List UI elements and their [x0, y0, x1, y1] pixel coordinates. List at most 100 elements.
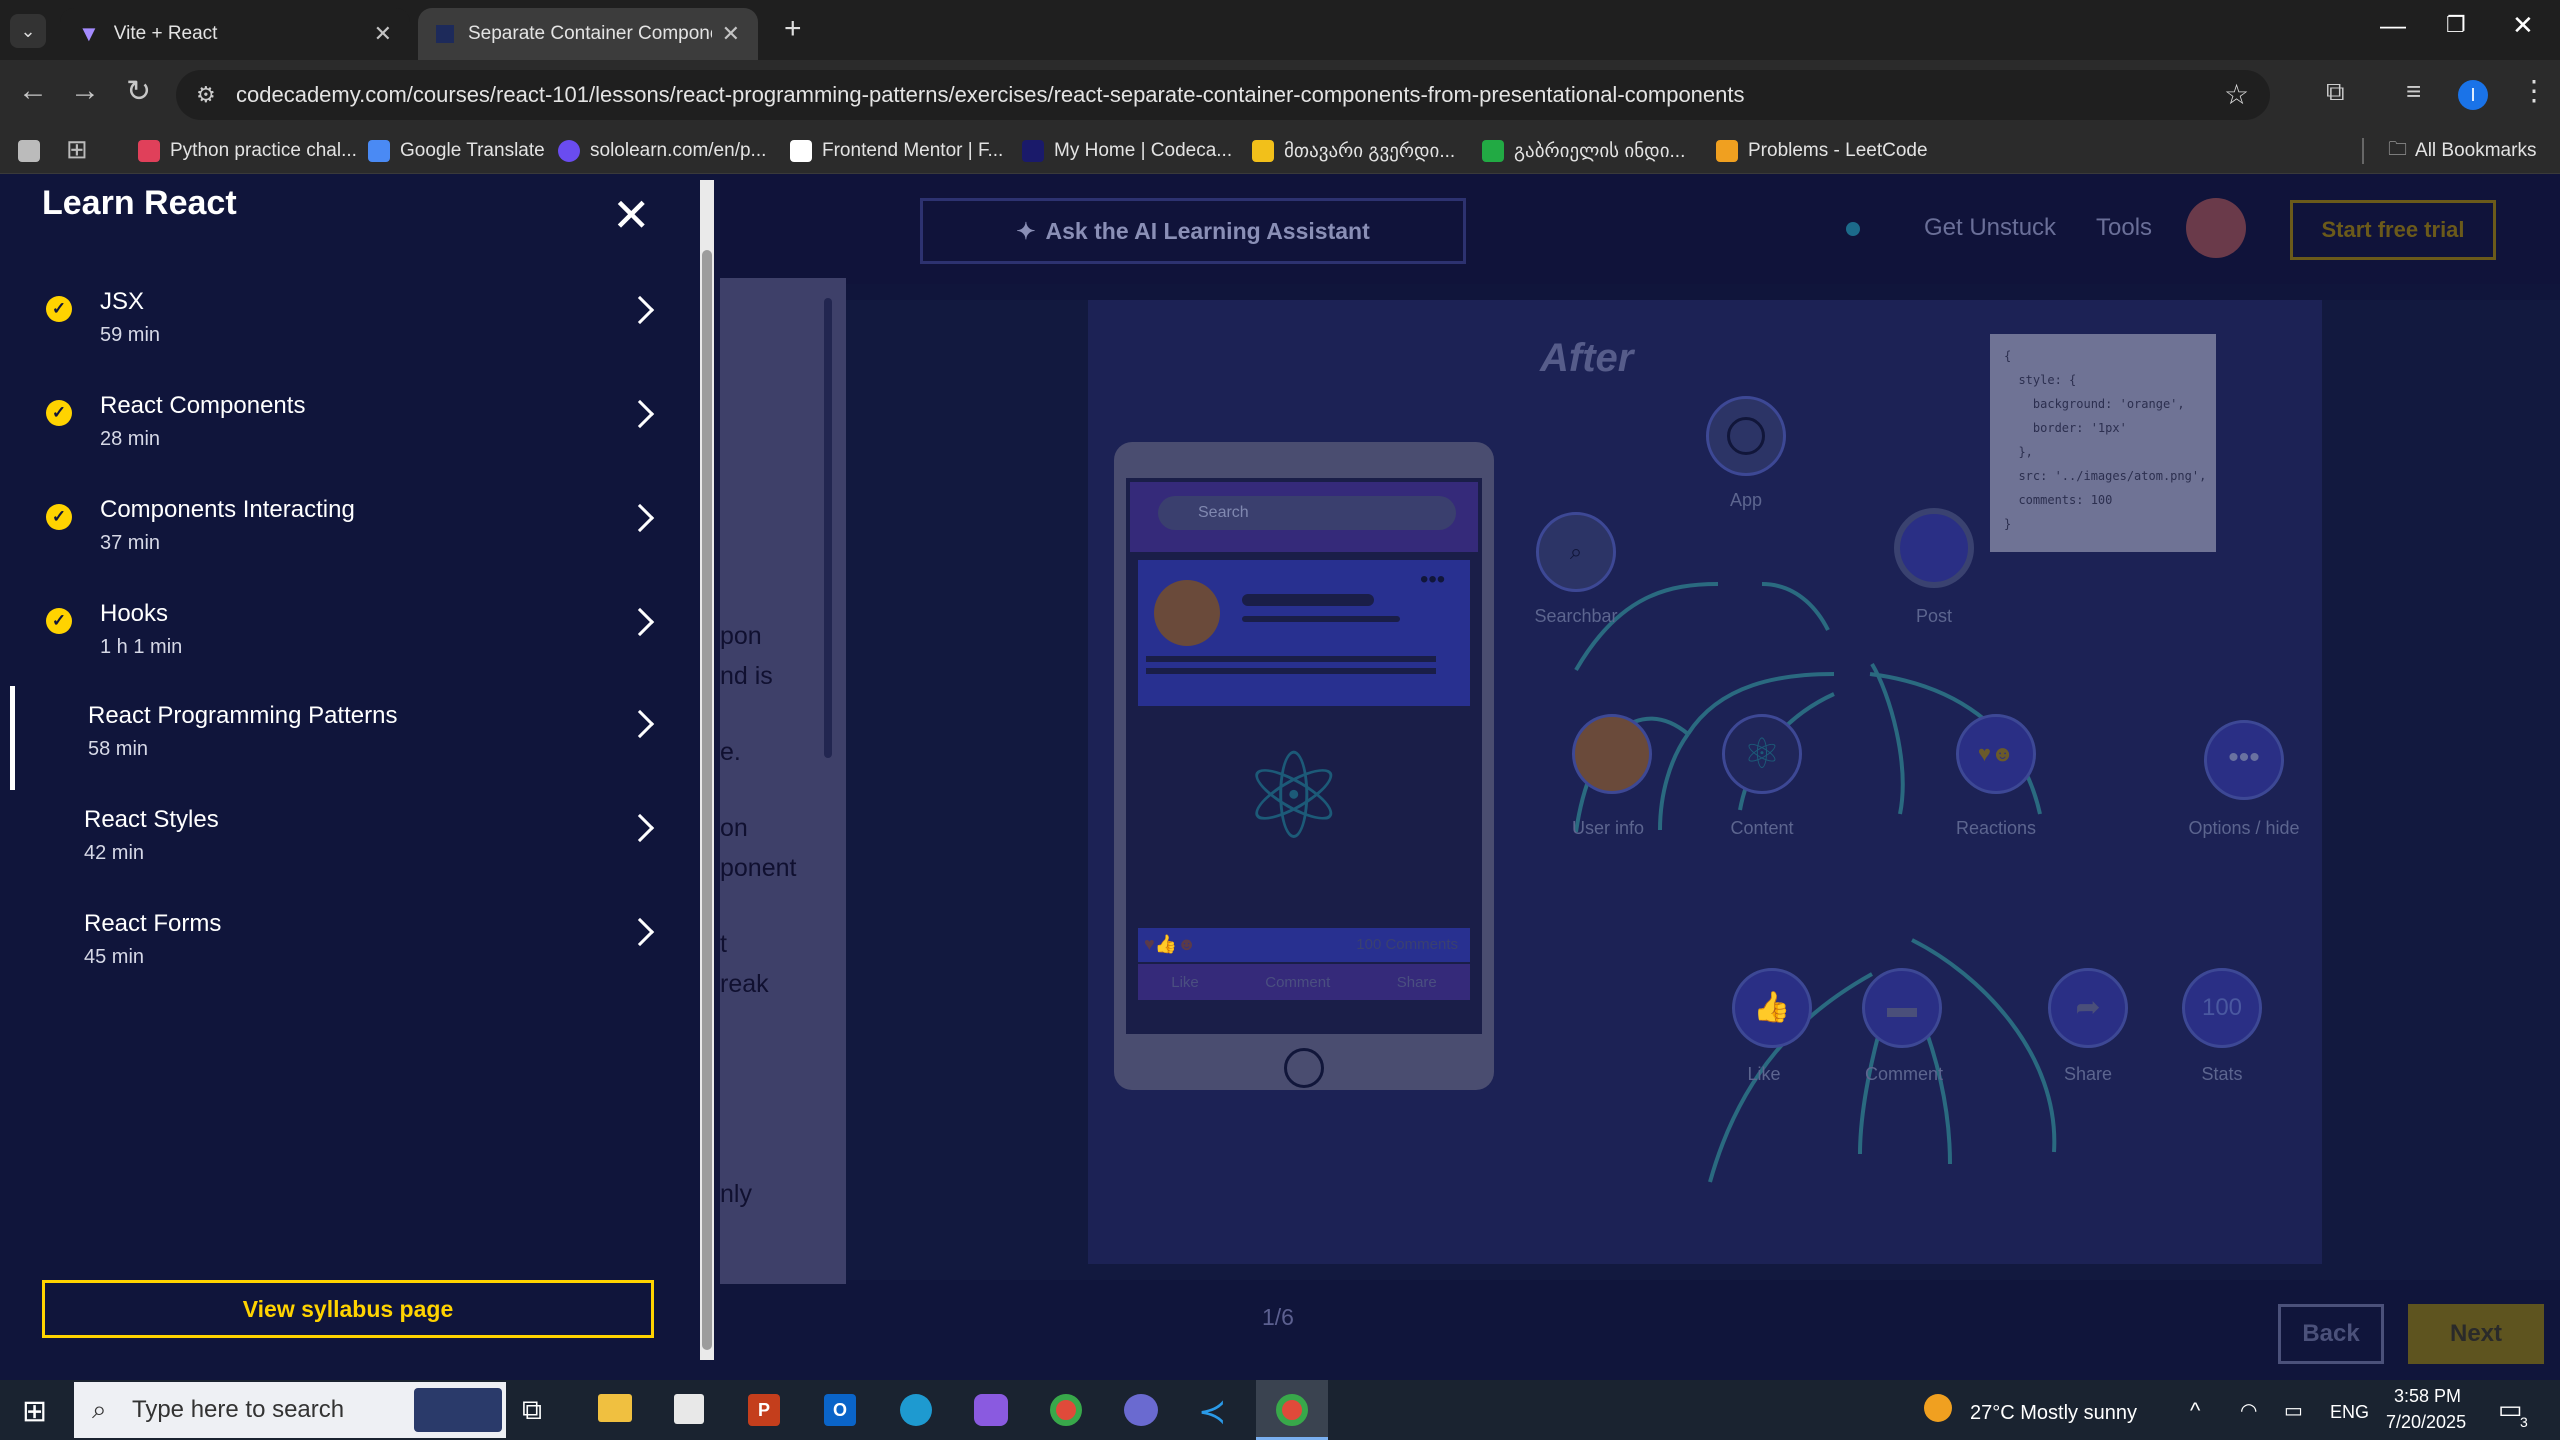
site-info-icon[interactable]: ⚙: [196, 82, 216, 108]
sidebar-item-react-styles[interactable]: React Styles 42 min: [0, 790, 690, 894]
view-syllabus-button[interactable]: View syllabus page: [42, 1280, 654, 1338]
bookmark-label: My Home | Codeca...: [1054, 140, 1233, 161]
lesson-scrollbar[interactable]: [824, 298, 832, 758]
window-close-icon[interactable]: ✕: [2512, 10, 2534, 41]
url-field[interactable]: ⚙ codecademy.com/courses/react-101/lesso…: [176, 70, 2270, 120]
back-button[interactable]: Back: [2278, 1304, 2384, 1364]
clock-time[interactable]: 3:58 PM: [2394, 1386, 2461, 1407]
tools-link[interactable]: Tools: [2096, 214, 2152, 242]
sidebar-item-react-components[interactable]: ✓ React Components 28 min: [0, 376, 690, 480]
sidebar-title: Learn React: [42, 184, 237, 222]
comment-node: ▬: [1862, 968, 1942, 1048]
tab-separate-container[interactable]: Separate Container Component ✕: [418, 8, 758, 60]
close-icon[interactable]: ✕: [612, 188, 651, 242]
edge-icon[interactable]: [900, 1394, 932, 1426]
bookmark-item[interactable]: Google Translate: [368, 134, 545, 168]
userinfo-node: [1572, 714, 1652, 794]
bookmark-label: Problems - LeetCode: [1748, 140, 1928, 161]
forward-arrow-icon[interactable]: →: [70, 74, 100, 108]
bookmark-item[interactable]: sololearn.com/en/p...: [558, 134, 766, 168]
close-tab-icon[interactable]: ✕: [374, 21, 392, 47]
bookmark-item[interactable]: My Home | Codeca...: [1022, 134, 1232, 168]
language-indicator[interactable]: ENG: [2330, 1402, 2369, 1423]
bookmark-label: Frontend Mentor | F...: [822, 140, 1004, 161]
bookmark-label: sololearn.com/en/p...: [590, 140, 767, 161]
vscode-icon[interactable]: ≺: [1198, 1392, 1227, 1432]
outlook-icon[interactable]: O: [824, 1394, 856, 1426]
sidebar-item-label: JSX: [100, 288, 145, 315]
weather-text[interactable]: 27°C Mostly sunny: [1970, 1402, 2137, 1425]
user-avatar[interactable]: [2186, 198, 2246, 258]
bookmark-item[interactable]: Frontend Mentor | F...: [790, 134, 1003, 168]
menu-kebab-icon[interactable]: ⋮: [2520, 74, 2548, 107]
get-unstuck-link[interactable]: Get Unstuck: [1924, 214, 2056, 242]
copilot-icon[interactable]: [974, 1394, 1008, 1426]
tab-search-button[interactable]: ⌄: [10, 14, 46, 48]
sidebar-item-jsx[interactable]: ✓ JSX 59 min: [0, 272, 690, 376]
options-label: Options / hide: [2188, 818, 2300, 838]
taskbar-search-input[interactable]: ⌕ Type here to search: [74, 1382, 506, 1438]
sidebar-item-duration: 45 min: [84, 946, 145, 968]
chrome-icon: [1276, 1394, 1308, 1426]
bookmark-favicon: [368, 140, 390, 162]
bookmark-favicon: [1022, 140, 1044, 162]
back-arrow-icon[interactable]: ←: [18, 74, 48, 108]
windows-start-icon[interactable]: ⊞: [22, 1394, 47, 1429]
phone-screen: ••• ⚛ 100 Comments ♥👍☻ Like Comment Shar…: [1126, 478, 1482, 1034]
chrome-active-app[interactable]: [1256, 1380, 1328, 1440]
syllabus-sidebar: Learn React ✕ ✓ JSX 59 min ✓ React Compo…: [0, 174, 720, 1380]
window-minimize-icon[interactable]: —: [2380, 10, 2406, 41]
bookmark-star-icon[interactable]: ☆: [2224, 78, 2249, 111]
clock-date[interactable]: 7/20/2025: [2386, 1412, 2466, 1433]
wifi-icon[interactable]: ◠: [2240, 1398, 2257, 1423]
tab-vite-react[interactable]: ▼ Vite + React ✕: [60, 8, 410, 60]
task-view-icon[interactable]: ⧉: [522, 1394, 542, 1427]
chrome-icon[interactable]: [1050, 1394, 1082, 1426]
store-icon[interactable]: [674, 1394, 704, 1424]
sidebar-item-components-interacting[interactable]: ✓ Components Interacting 37 min: [0, 480, 690, 584]
reload-icon[interactable]: ↻: [126, 74, 151, 109]
bookmark-item[interactable]: Problems - LeetCode: [1716, 134, 1928, 168]
file-explorer-icon[interactable]: [598, 1394, 632, 1422]
folder-icon: 🗀: [2388, 139, 2408, 160]
ai-assistant-button[interactable]: ✦ Ask the AI Learning Assistant: [920, 198, 1466, 264]
sidebar-item-react-programming-patterns[interactable]: React Programming Patterns 58 min: [0, 686, 690, 790]
new-tab-icon[interactable]: +: [784, 12, 802, 46]
extensions-icon[interactable]: ⧉: [2326, 76, 2345, 108]
check-icon: ✓: [46, 504, 72, 530]
window-restore-icon[interactable]: ❐: [2446, 12, 2466, 38]
tab-title: Vite + React: [113, 23, 218, 44]
sidebar-item-react-forms[interactable]: React Forms 45 min: [0, 894, 690, 998]
codecademy-icon: [436, 25, 454, 43]
bookmark-item[interactable]: გაბრიელის ინდი...: [1482, 134, 1685, 168]
lesson-text-fragment: ponent: [720, 854, 797, 882]
lesson-text-fragment: e.: [720, 738, 741, 766]
bookmark-item[interactable]: Python practice chal...: [138, 134, 357, 168]
bookmark-item[interactable]: მთავარი გვერდი...: [1252, 134, 1455, 168]
battery-icon[interactable]: ▭: [2284, 1398, 2303, 1423]
lesson-text-fragment: t: [720, 930, 727, 958]
sidebar-item-duration: 37 min: [100, 532, 161, 554]
apps-grid-icon[interactable]: ⊞: [66, 134, 88, 165]
sidebar-scrollbar-thumb[interactable]: [702, 250, 712, 1350]
stats-label: Stats: [2201, 1064, 2243, 1084]
chevron-right-icon: [625, 813, 655, 843]
all-bookmarks[interactable]: 🗀 All Bookmarks: [2388, 134, 2536, 168]
start-free-trial-button[interactable]: Start free trial: [2290, 200, 2496, 260]
post-node: [1894, 508, 1974, 588]
bookmark-favicon: [1252, 140, 1274, 162]
next-button[interactable]: Next: [2408, 1304, 2544, 1364]
stats-node: 100: [2182, 968, 2262, 1048]
bookmark-square-icon[interactable]: [18, 140, 40, 162]
discord-icon[interactable]: [1124, 1394, 1158, 1426]
media-icon[interactable]: ≡: [2406, 76, 2421, 107]
tray-chevron-icon[interactable]: ^: [2190, 1398, 2200, 1424]
phone-search-bar: Search: [1158, 496, 1456, 530]
notification-icon[interactable]: ▭: [2498, 1394, 2523, 1425]
close-tab-icon[interactable]: ✕: [722, 21, 740, 47]
powerpoint-icon[interactable]: P: [748, 1394, 780, 1426]
phone-actions-bar: Like Comment Share: [1138, 964, 1470, 1000]
lesson-text-fragment: on: [720, 814, 748, 842]
sidebar-item-hooks[interactable]: ✓ Hooks 1 h 1 min: [0, 584, 690, 688]
profile-avatar[interactable]: I: [2458, 80, 2488, 110]
